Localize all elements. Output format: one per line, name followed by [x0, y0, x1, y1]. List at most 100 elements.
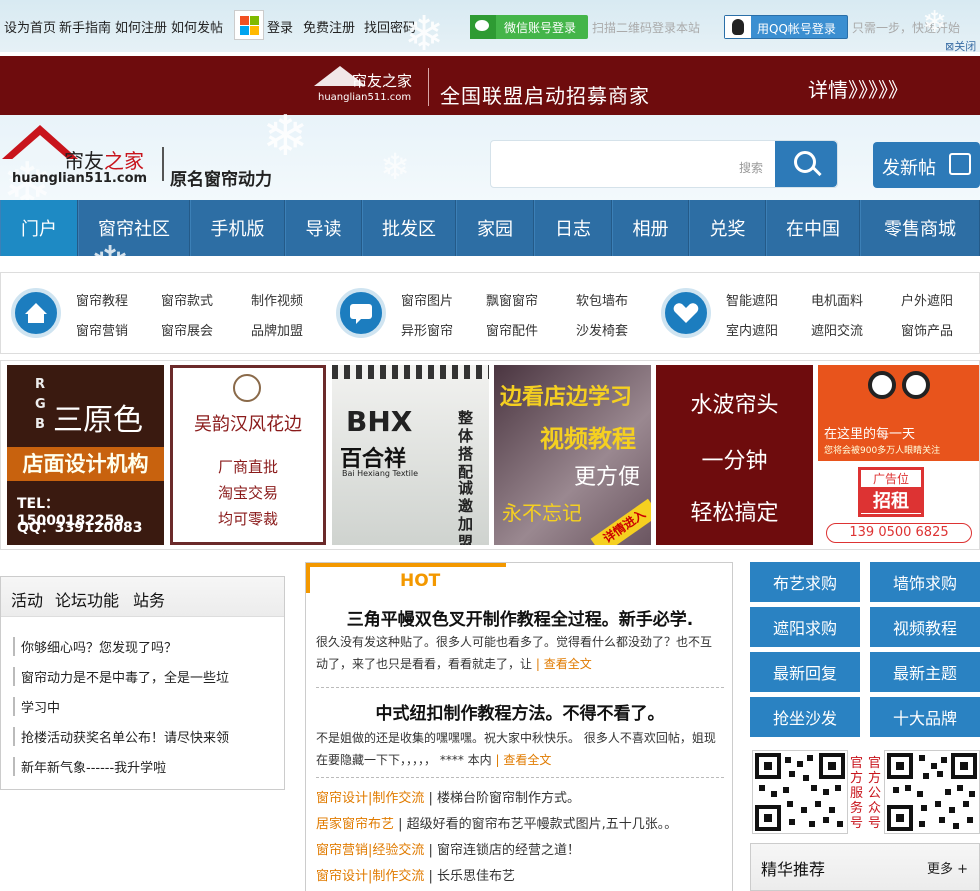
latest-topics-button[interactable]: 最新主题 — [870, 652, 980, 692]
wall-decor-purchase-button[interactable]: 墙饰求购 — [870, 562, 980, 602]
login-link[interactable]: 登录 — [267, 17, 293, 36]
thread-title[interactable]: | 超级好看的窗帘布艺平幔款式图片,五十几张。。 — [398, 817, 677, 832]
list-item[interactable]: 窗帘动力是不是中毒了，全是一些垃 — [13, 667, 229, 686]
search-button[interactable] — [775, 141, 837, 187]
thread-title[interactable]: | 楼梯台阶窗帘制作方式。 — [429, 791, 581, 806]
promo-banner[interactable]: 帘友之家 huanglian511.com 全国联盟启动招募商家 详情》》》》》 — [0, 56, 980, 115]
subnav-link[interactable]: 智能遮阳 — [726, 290, 778, 309]
subnav-link[interactable]: 电机面料 — [811, 290, 863, 309]
article-title[interactable]: 三角平幔双色叉开制作教程全过程。新手必学. — [306, 605, 734, 630]
fabric-purchase-button[interactable]: 布艺求购 — [750, 562, 860, 602]
banner-logo: 帘友之家 huanglian511.com — [308, 64, 420, 108]
nav-item-wholesale[interactable]: 批发区 — [362, 200, 456, 256]
ad-rgb-design[interactable]: R G B 三原色 店面设计机构 TEL：15000182259 QQ：3391… — [7, 365, 164, 545]
grab-sofa-button[interactable]: 抢坐沙发 — [750, 697, 860, 737]
qr-code-service — [752, 750, 848, 834]
site-logo[interactable]: 帘友之家 huanglian511.com 原名窗帘动力 — [2, 125, 292, 191]
category-link[interactable]: 窗帘设计|制作交流 — [316, 791, 424, 806]
ad-line-3: 均可零裁 — [217, 510, 278, 528]
ad-logo: BHX — [346, 405, 413, 438]
logo-slogan: 原名窗帘动力 — [170, 170, 272, 190]
subnav-link[interactable]: 窗帘配件 — [486, 320, 538, 339]
subnav-link[interactable]: 品牌加盟 — [251, 320, 303, 339]
list-item[interactable]: 窗帘设计|制作交流 | 长乐思佳布艺 — [316, 865, 515, 884]
subnav-link[interactable]: 异形窗帘 — [401, 320, 453, 339]
subnav-link[interactable]: 制作视频 — [251, 290, 303, 309]
subnav-link[interactable]: 窗帘教程 — [76, 290, 128, 309]
latest-replies-button[interactable]: 最新回复 — [750, 652, 860, 692]
chat-bubble-icon — [336, 288, 386, 338]
thread-title[interactable]: | 长乐思佳布艺 — [429, 869, 516, 884]
thread-title[interactable]: | 窗帘连锁店的经营之道！ — [429, 843, 581, 858]
subnav-link[interactable]: 窗帘图片 — [401, 290, 453, 309]
video-tutorial-button[interactable]: 视频教程 — [870, 607, 980, 647]
ad-space-for-rent[interactable]: 在这里的每一天 您将会被900多万人眼睛关注 广告位 招租 139 0500 6… — [818, 365, 979, 545]
read-more-link[interactable]: | 查看全文 — [495, 753, 551, 767]
category-link[interactable]: 窗帘营销|经验交流 — [316, 843, 424, 858]
how-post-link[interactable]: 如何发帖 — [171, 17, 223, 36]
tab-activity[interactable]: 活动 — [11, 587, 43, 611]
ad-line-1: 厂商直批 — [217, 458, 278, 476]
nav-item-guide[interactable]: 导读 — [285, 200, 362, 256]
ad-water-valance[interactable]: 水波帘头 一分钟 轻松搞定 — [656, 365, 813, 545]
banner-slogan: 全国联盟启动招募商家 — [440, 84, 650, 108]
list-item[interactable]: 窗帘设计|制作交流 | 楼梯台阶窗帘制作方式。 — [316, 787, 580, 806]
roof-inner — [10, 135, 70, 161]
subnav-link[interactable]: 户外遮阳 — [901, 290, 953, 309]
nav-item-china[interactable]: 在中国 — [766, 200, 860, 256]
windows-icon — [234, 10, 264, 40]
subnav-link[interactable]: 窗饰产品 — [901, 320, 953, 339]
list-item[interactable]: 新年新气象------我升学啦 — [13, 757, 166, 776]
subnav-link[interactable]: 窗帘营销 — [76, 320, 128, 339]
search-box[interactable]: 搜索 — [490, 140, 838, 188]
subnav-link[interactable]: 遮阳交流 — [811, 320, 863, 339]
set-homepage-link[interactable]: 设为首页 — [4, 17, 56, 36]
subnav-link[interactable]: 窗帘展会 — [161, 320, 213, 339]
new-post-button[interactable]: 发新帖 — [873, 142, 980, 188]
subnav-link[interactable]: 窗帘款式 — [161, 290, 213, 309]
logo-domain: huanglian511.com — [12, 171, 148, 186]
list-item[interactable]: 抢楼活动获奖名单公布！请尽快来领 — [13, 727, 229, 746]
close-button[interactable]: ⊠关闭 — [945, 38, 976, 54]
nav-item-prize[interactable]: 兑奖 — [689, 200, 766, 256]
read-more-link[interactable]: | 查看全文 — [536, 657, 592, 671]
how-register-link[interactable]: 如何注册 — [115, 17, 167, 36]
ad-line-2: 淘宝交易 — [217, 484, 278, 502]
ad-line-3: 轻松搞定 — [690, 501, 779, 526]
ad-baihexiang[interactable]: BHX 百合祥 Bai Hexiang Textile 整体搭配 诚邀加盟 — [332, 365, 489, 545]
register-link[interactable]: 免费注册 — [303, 17, 355, 36]
list-item[interactable]: 居家窗帘布艺 | 超级好看的窗帘布艺平幔款式图片,五十几张。。 — [316, 813, 677, 832]
subnav-link[interactable]: 软包墙布 — [576, 290, 628, 309]
tab-forum-features[interactable]: 论坛功能 — [55, 587, 119, 611]
subnav-link[interactable]: 室内遮阳 — [726, 320, 778, 339]
list-item[interactable]: 窗帘营销|经验交流 | 窗帘连锁店的经营之道！ — [316, 839, 580, 858]
subnav-link[interactable]: 沙发椅套 — [576, 320, 628, 339]
qq-login-button[interactable]: 用QQ帐号登录 — [724, 15, 848, 39]
ad-video-tutorial[interactable]: 边看店边学习 视频教程 更方便 永不忘记 详情进入 — [494, 365, 651, 545]
wechat-login-button[interactable]: 微信账号登录 — [470, 15, 588, 39]
list-item[interactable]: 你够细心吗？您发现了吗？ — [13, 637, 177, 656]
category-link[interactable]: 居家窗帘布艺 — [316, 817, 394, 832]
nav-item-album[interactable]: 相册 — [612, 200, 689, 256]
list-item[interactable]: 学习中 — [13, 697, 60, 716]
newbie-guide-link[interactable]: 新手指南 — [59, 17, 111, 36]
nav-item-mobile[interactable]: 手机版 — [190, 200, 285, 256]
sunshade-purchase-button[interactable]: 遮阳求购 — [750, 607, 860, 647]
banner-details-link[interactable]: 详情》》》》》 — [808, 74, 908, 103]
ad-line-1: 边看店边学习 — [500, 385, 633, 410]
sub-nav: 窗帘教程 窗帘款式 制作视频 窗帘营销 窗帘展会 品牌加盟 窗帘图片 飘窗窗帘 … — [0, 272, 980, 354]
nav-item-home[interactable]: 家园 — [456, 200, 534, 256]
nav-item-blog[interactable]: 日志 — [534, 200, 612, 256]
category-link[interactable]: 窗帘设计|制作交流 — [316, 869, 424, 884]
subnav-link[interactable]: 飘窗窗帘 — [486, 290, 538, 309]
ad-lace[interactable]: 吴韵汉风花边 厂商直批 淘宝交易 均可零裁 — [170, 365, 326, 545]
qr-account-label: 官方公众号 — [868, 756, 882, 831]
nav-item-portal[interactable]: 门户 — [0, 200, 78, 256]
top-ten-brands-button[interactable]: 十大品牌 — [870, 697, 980, 737]
ad-qq: QQ：339120083 — [17, 520, 143, 536]
nav-item-mall[interactable]: 零售商城 — [860, 200, 980, 256]
article-title[interactable]: 中式纽扣制作教程方法。不得不看了。 — [306, 699, 734, 724]
more-link[interactable]: 更多 + — [927, 858, 968, 877]
tab-site-affairs[interactable]: 站务 — [133, 587, 165, 611]
ad-details-tag[interactable]: 详情进入 — [590, 498, 651, 545]
